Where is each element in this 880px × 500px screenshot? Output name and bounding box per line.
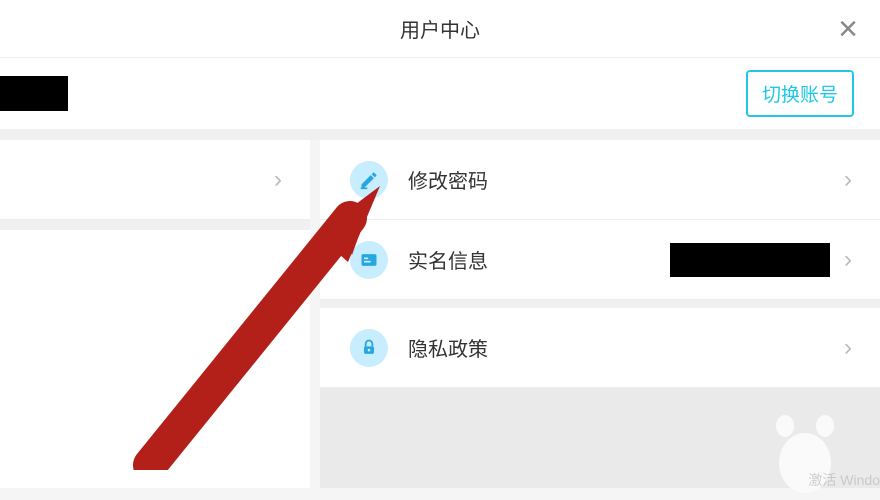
chevron-right-icon: › <box>274 166 282 194</box>
lock-icon <box>350 329 388 367</box>
content-row: › 修改密码 › 实名信息 <box>0 140 880 488</box>
menu-label: 隐私政策 <box>408 333 844 362</box>
left-nav-item[interactable]: › <box>0 140 310 220</box>
account-row: 切换账号 <box>0 58 880 130</box>
right-column: 修改密码 › 实名信息 › <box>320 140 880 488</box>
menu-realname-info[interactable]: 实名信息 › <box>320 220 880 300</box>
chevron-right-icon: › <box>844 166 852 194</box>
bottom-area <box>320 388 880 488</box>
menu-change-password[interactable]: 修改密码 › <box>320 140 880 220</box>
menu-privacy-policy[interactable]: 隐私政策 › <box>320 308 880 388</box>
header: 用户中心 × <box>0 0 880 58</box>
section-gap <box>0 130 880 140</box>
account-name-redacted <box>0 76 68 111</box>
close-icon[interactable]: × <box>838 12 858 46</box>
menu-label: 实名信息 <box>408 245 670 274</box>
left-column: › <box>0 140 310 488</box>
windows-activation-watermark: 激活 Windo <box>808 470 880 490</box>
pencil-icon <box>350 161 388 199</box>
switch-account-button[interactable]: 切换账号 <box>746 70 854 117</box>
chevron-right-icon: › <box>844 334 852 362</box>
chevron-right-icon: › <box>844 246 852 274</box>
realname-value-redacted <box>670 243 830 277</box>
page-title: 用户中心 <box>400 14 480 43</box>
id-card-icon <box>350 241 388 279</box>
menu-label: 修改密码 <box>408 165 844 194</box>
